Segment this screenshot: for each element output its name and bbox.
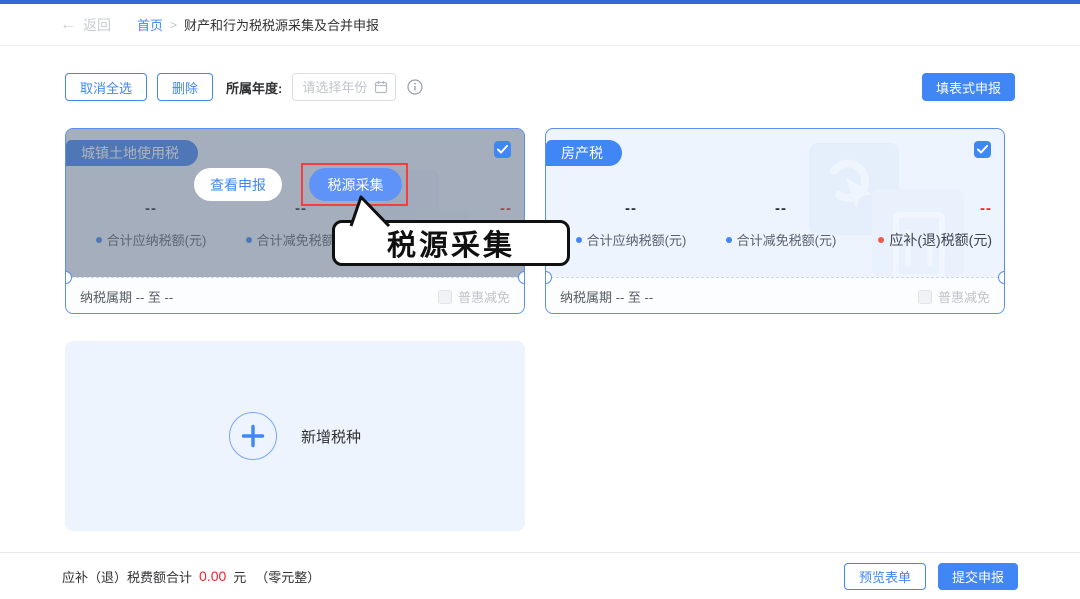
stat-payable: -- 合计应纳税额(元) bbox=[556, 200, 706, 250]
amount-unit: 元 bbox=[233, 569, 247, 585]
year-label: 所属年度: bbox=[226, 80, 283, 96]
stat-refund-label: 应补(退)税额(元) bbox=[856, 230, 992, 250]
submit-declare-button[interactable]: 提交申报 bbox=[937, 562, 1018, 590]
total-label: 应补（退）税费额合计 bbox=[62, 569, 193, 585]
card-notch bbox=[998, 271, 1004, 284]
land-tax-period: 纳税属期 -- 至 -- bbox=[80, 290, 174, 305]
view-declare-button[interactable]: 查看申报 bbox=[194, 168, 282, 201]
info-icon[interactable] bbox=[407, 79, 423, 95]
cancel-select-all-button[interactable]: 取消全选 bbox=[65, 73, 148, 101]
bottom-action-bar: 应补（退）税费额合计 0.00 元 （零元整） 预览表单 提交申报 bbox=[0, 552, 1080, 599]
add-tax-type-card[interactable]: 新增税种 bbox=[65, 341, 525, 531]
bottom-bar-buttons: 预览表单 提交申报 bbox=[843, 562, 1018, 590]
property-card-checkbox[interactable] bbox=[974, 141, 991, 158]
property-tax-period: 纳税属期 -- 至 -- bbox=[560, 290, 654, 305]
breadcrumb-separator: > bbox=[170, 17, 178, 32]
blue-dot-icon bbox=[575, 237, 582, 243]
page-header: ← 返回 首页 > 财产和行为税税源采集及合并申报 bbox=[0, 4, 1080, 46]
land-card-footer: 纳税属期 -- 至 -- 普惠减免 bbox=[66, 277, 524, 313]
calendar-icon[interactable] bbox=[374, 80, 388, 94]
tax-cards-row: 城镇土地使用税 -- 合计应纳税额(元) -- 合计减免税额(元) -- 应补(… bbox=[65, 128, 1015, 314]
blue-dot-icon bbox=[725, 237, 732, 243]
back-label: 返回 bbox=[83, 16, 111, 33]
breadcrumb-home[interactable]: 首页 bbox=[137, 15, 163, 34]
table-declare-button[interactable]: 填表式申报 bbox=[921, 73, 1015, 101]
total-amount-value: 0.00 bbox=[199, 568, 227, 584]
property-card-title-badge: 房产税 bbox=[546, 140, 622, 166]
stat-reduction-label: 合计减免税额(元) bbox=[706, 230, 856, 249]
card-notch bbox=[518, 271, 524, 284]
main-content: 取消全选 删除 所属年度: 填表式申报 城镇土地使用税 bbox=[0, 46, 1080, 531]
back-arrow-icon: ← bbox=[60, 15, 76, 33]
stat-refund: -- 应补(退)税额(元) bbox=[856, 200, 994, 250]
benefit-checkbox[interactable] bbox=[917, 289, 932, 304]
year-input-field[interactable] bbox=[302, 79, 375, 95]
amount-in-words: （零元整） bbox=[255, 569, 321, 585]
property-card-footer: 纳税属期 -- 至 -- 普惠减免 bbox=[546, 277, 1004, 313]
stat-payable-label: 合计应纳税额(元) bbox=[556, 230, 706, 249]
total-amount-summary: 应补（退）税费额合计 0.00 元 （零元整） bbox=[62, 567, 320, 586]
callout-text: 税源采集 bbox=[386, 230, 515, 262]
preview-form-button[interactable]: 预览表单 bbox=[843, 562, 926, 590]
breadcrumb: 首页 > 财产和行为税税源采集及合并申报 bbox=[137, 15, 379, 34]
benefit-checkbox[interactable] bbox=[437, 289, 452, 304]
plus-icon bbox=[228, 412, 277, 460]
breadcrumb-current: 财产和行为税税源采集及合并申报 bbox=[184, 18, 380, 33]
toolbar: 取消全选 删除 所属年度: 填表式申报 bbox=[65, 73, 1015, 101]
callout-tail bbox=[349, 195, 391, 227]
back-button[interactable]: ← 返回 bbox=[60, 15, 111, 35]
property-card-stats: -- 合计应纳税额(元) -- 合计减免税额(元) -- 应补(退)税额(元) bbox=[556, 200, 994, 250]
stat-payable-value: -- bbox=[625, 200, 637, 217]
red-dot-icon bbox=[878, 237, 885, 243]
year-select-input[interactable] bbox=[292, 73, 397, 101]
stat-reduction-value: -- bbox=[775, 200, 787, 217]
benefit-label: 普惠减免 bbox=[937, 290, 990, 305]
annotation-callout: 税源采集 bbox=[332, 195, 570, 266]
tax-card-property: 房产税 -- 合计应纳税额(元) -- 合计减免税额(元) -- 应补(退)税额… bbox=[545, 128, 1005, 314]
add-tax-type-label: 新增税种 bbox=[300, 428, 361, 446]
property-benefit: 普惠减免 bbox=[917, 287, 990, 306]
land-card-checkbox[interactable] bbox=[494, 141, 511, 158]
delete-button[interactable]: 删除 bbox=[157, 73, 214, 101]
stat-reduction: -- 合计减免税额(元) bbox=[706, 200, 856, 250]
stat-refund-value: -- bbox=[980, 200, 992, 217]
land-benefit: 普惠减免 bbox=[437, 287, 510, 306]
benefit-label: 普惠减免 bbox=[457, 290, 510, 305]
